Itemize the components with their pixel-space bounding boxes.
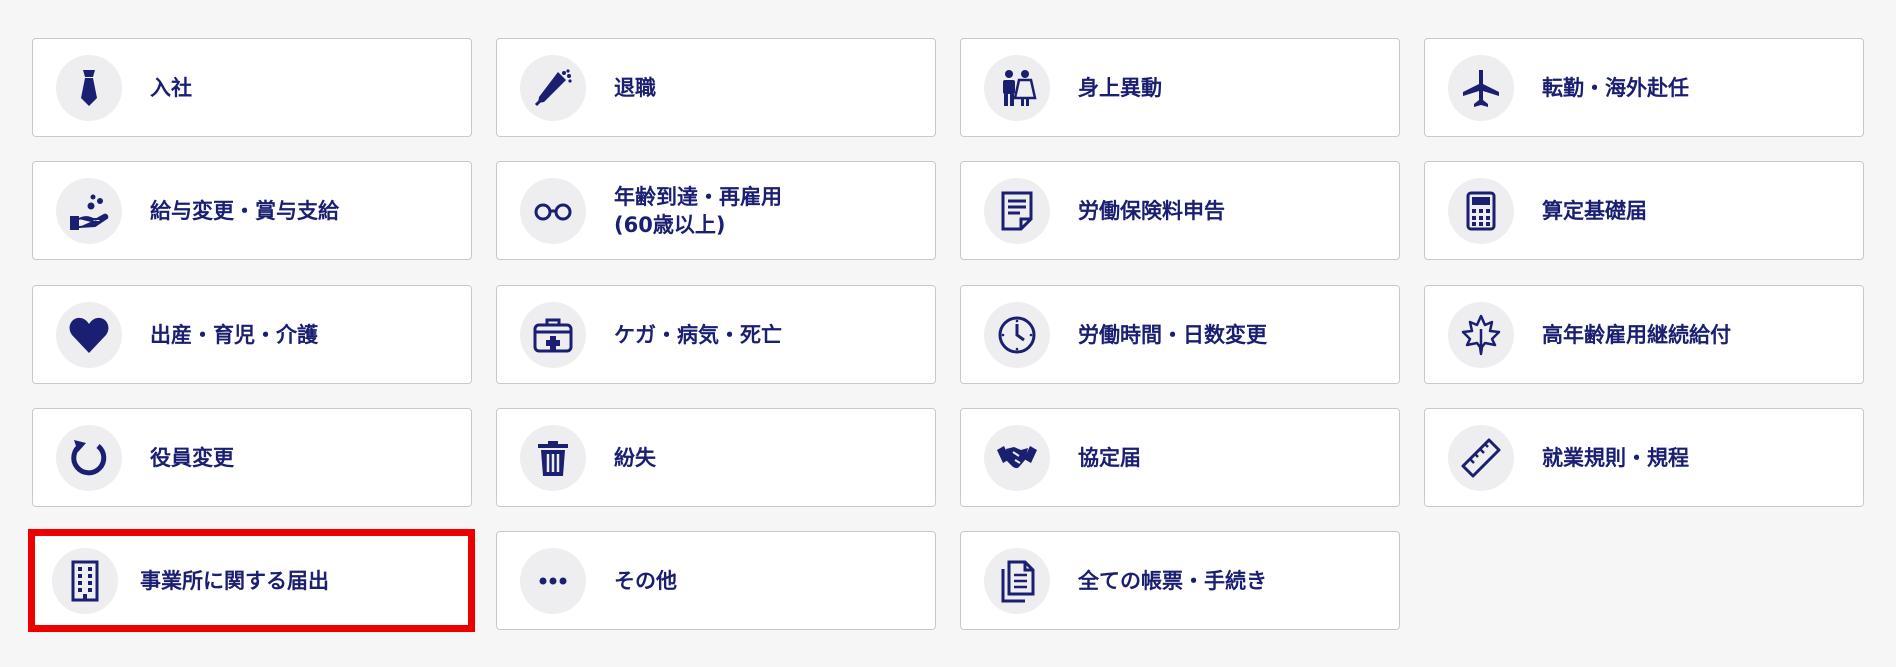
hand-coins-icon bbox=[56, 177, 122, 244]
ruler-icon bbox=[1448, 424, 1514, 491]
menu-card-label: 労働保険料申告 bbox=[1078, 198, 1225, 223]
menu-card-shussan-ikuji[interactable]: 出産・育児・介護 bbox=[32, 285, 472, 384]
menu-card-label: 労働時間・日数変更 bbox=[1078, 322, 1267, 347]
menu-card-label: 給与変更・賞与支給 bbox=[150, 198, 339, 223]
menu-card-label: 年齢到達・再雇用 (60歳以上) bbox=[614, 184, 782, 237]
menu-card-label: 出産・育児・介護 bbox=[150, 322, 318, 347]
menu-card-label: 協定届 bbox=[1078, 445, 1141, 470]
bouquet-icon bbox=[520, 54, 586, 121]
menu-card-label: 算定基礎届 bbox=[1542, 198, 1647, 223]
calculator-icon bbox=[1448, 177, 1514, 244]
menu-card-label: 退職 bbox=[614, 75, 656, 100]
menu-card-label: 事業所に関する届出 bbox=[140, 568, 329, 593]
menu-card-konenrei-koyo[interactable]: 高年齢雇用継続給付 bbox=[1424, 285, 1864, 384]
menu-card-label: 転勤・海外赴任 bbox=[1542, 75, 1689, 100]
glasses-icon bbox=[520, 177, 586, 244]
menu-card-kega-byoki[interactable]: ケガ・病気・死亡 bbox=[496, 285, 936, 384]
couple-icon bbox=[984, 54, 1050, 121]
heart-icon bbox=[56, 301, 122, 368]
menu-card-rodo-jikan[interactable]: 労働時間・日数変更 bbox=[960, 285, 1400, 384]
menu-card-jigyosho-todokede[interactable]: 事業所に関する届出 bbox=[28, 529, 475, 632]
menu-card-label: ケガ・病気・死亡 bbox=[614, 322, 782, 347]
menu-card-label: 入社 bbox=[150, 75, 192, 100]
menu-card-label: 身上異動 bbox=[1078, 75, 1162, 100]
menu-card-tenkin[interactable]: 転勤・海外赴任 bbox=[1424, 38, 1864, 137]
menu-card-shugyo-kisoku[interactable]: 就業規則・規程 bbox=[1424, 408, 1864, 507]
menu-card-rodo-hokenryo[interactable]: 労働保険料申告 bbox=[960, 161, 1400, 260]
menu-card-label: 紛失 bbox=[614, 445, 656, 470]
menu-card-sonota[interactable]: その他 bbox=[496, 531, 936, 630]
menu-card-santei-kiso[interactable]: 算定基礎届 bbox=[1424, 161, 1864, 260]
ellipsis-icon bbox=[520, 547, 586, 614]
handshake-icon bbox=[984, 424, 1050, 491]
airplane-icon bbox=[1448, 54, 1514, 121]
menu-card-label: 高年齢雇用継続給付 bbox=[1542, 322, 1731, 347]
menu-card-nenrei-totatsu[interactable]: 年齢到達・再雇用 (60歳以上) bbox=[496, 161, 936, 260]
clock-icon bbox=[984, 301, 1050, 368]
documents-stack-icon bbox=[984, 547, 1050, 614]
menu-card-label: その他 bbox=[614, 568, 677, 593]
menu-card-kyotei[interactable]: 協定届 bbox=[960, 408, 1400, 507]
trash-can-icon bbox=[520, 424, 586, 491]
menu-card-nyusha[interactable]: 入社 bbox=[32, 38, 472, 137]
maple-leaf-icon bbox=[1448, 301, 1514, 368]
document-icon bbox=[984, 177, 1050, 244]
menu-card-label: 役員変更 bbox=[150, 445, 234, 470]
necktie-icon bbox=[56, 54, 122, 121]
menu-card-kyuyo-henko[interactable]: 給与変更・賞与支給 bbox=[32, 161, 472, 260]
menu-card-yakuin-henko[interactable]: 役員変更 bbox=[32, 408, 472, 507]
menu-card-shinjo-ido[interactable]: 身上異動 bbox=[960, 38, 1400, 137]
menu-card-label: 就業規則・規程 bbox=[1542, 445, 1689, 470]
menu-card-funshitsu[interactable]: 紛失 bbox=[496, 408, 936, 507]
menu-card-label: 全ての帳票・手続き bbox=[1078, 568, 1267, 593]
procedure-menu-grid: 入社 退職 身上異動 転勤・海外赴任 給与変更・賞与支給 年齢到達・再雇用 (6… bbox=[0, 0, 1896, 667]
menu-card-taishoku[interactable]: 退職 bbox=[496, 38, 936, 137]
building-icon bbox=[52, 547, 118, 614]
refresh-arrow-icon bbox=[56, 424, 122, 491]
first-aid-kit-icon bbox=[520, 301, 586, 368]
menu-card-subete-chohyo[interactable]: 全ての帳票・手続き bbox=[960, 531, 1400, 630]
